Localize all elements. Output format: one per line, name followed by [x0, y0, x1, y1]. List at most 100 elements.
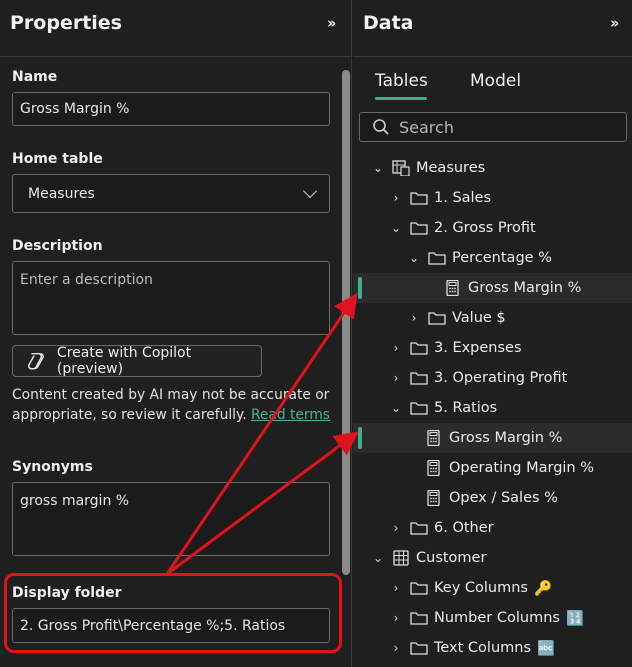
- tree-item-gross-margin-2[interactable]: Gross Margin %: [353, 423, 632, 453]
- folder-icon: [410, 642, 428, 655]
- collapse-data-icon[interactable]: ››: [610, 14, 620, 32]
- chevron-right-icon[interactable]: ›: [388, 610, 404, 626]
- properties-scrollbar[interactable]: [342, 70, 350, 575]
- name-input-value: Gross Margin %: [20, 101, 130, 117]
- folder-icon: [410, 192, 428, 205]
- tree-item-customer[interactable]: ⌄ Customer: [353, 543, 632, 573]
- tree-item-gross-margin-1[interactable]: Gross Margin %: [353, 273, 632, 303]
- tree-item-5-ratios[interactable]: ⌄ 5. Ratios: [353, 393, 632, 423]
- tree-item-label: 5. Ratios: [434, 400, 498, 416]
- chevron-down-icon: [302, 183, 318, 199]
- copilot-button-label: Create with Copilot (preview): [56, 345, 192, 377]
- chevron-right-icon[interactable]: ›: [388, 370, 404, 386]
- annotation-highlight-box: [4, 573, 342, 653]
- calculator-icon: [427, 430, 440, 446]
- folder-icon: [410, 582, 428, 595]
- chevron-down-icon[interactable]: ⌄: [406, 250, 422, 266]
- folder-icon: [428, 312, 446, 325]
- tree-item-label: Gross Margin %: [449, 430, 563, 446]
- tree-item-label: Opex / Sales %: [449, 490, 558, 506]
- home-table-label: Home table: [12, 151, 103, 167]
- chevron-down-icon[interactable]: ⌄: [388, 220, 404, 236]
- chevron-down-icon[interactable]: ⌄: [370, 160, 386, 176]
- folder-icon: [410, 612, 428, 625]
- tree-item-label: Gross Margin %: [468, 280, 582, 296]
- synonyms-label: Synonyms: [12, 459, 93, 475]
- tree-item-label: 3. Operating Profit: [434, 370, 568, 386]
- chevron-down-icon[interactable]: ⌄: [388, 400, 404, 416]
- description-placeholder: Enter a description: [20, 272, 153, 288]
- tree-item-label: Key Columns: [434, 580, 528, 596]
- chevron-down-icon[interactable]: ⌄: [370, 550, 386, 566]
- calculator-icon: [427, 490, 440, 506]
- tree-item-text-columns[interactable]: › Text Columns 🔤: [353, 633, 632, 663]
- home-table-dropdown[interactable]: Measures: [12, 174, 330, 213]
- tree-item-key-columns[interactable]: › Key Columns 🔑: [353, 573, 632, 603]
- tree-item-value[interactable]: › Value $: [353, 303, 632, 333]
- search-input[interactable]: Search: [359, 112, 627, 142]
- read-terms-link[interactable]: Read terms: [251, 407, 330, 423]
- tree-item-label: 6. Other: [434, 520, 494, 536]
- tab-tables[interactable]: Tables: [375, 71, 428, 91]
- chevron-right-icon[interactable]: ›: [388, 580, 404, 596]
- key-icon: 🔑: [533, 580, 553, 597]
- tree-item-label: Percentage %: [452, 250, 552, 266]
- home-table-value: Measures: [28, 185, 95, 202]
- name-label: Name: [12, 69, 58, 85]
- tree-item-2-gross-profit[interactable]: ⌄ 2. Gross Profit: [353, 213, 632, 243]
- collapse-properties-icon[interactable]: ››: [327, 14, 337, 32]
- folder-icon: [410, 522, 428, 535]
- tree-item-label: 1. Sales: [434, 190, 492, 206]
- folder-icon: [410, 372, 428, 385]
- table-calculator-icon: [392, 160, 410, 176]
- tree-item-label: Value $: [452, 310, 506, 326]
- data-panel: Data ›› Tables Model Search ⌄ Measures ›…: [353, 0, 632, 667]
- tree-item-label: Customer: [416, 550, 487, 566]
- tree-item-label: Number Columns: [434, 610, 560, 626]
- create-with-copilot-button[interactable]: Create with Copilot (preview): [12, 345, 262, 377]
- ai-disclaimer: Content created by AI may not be accurat…: [12, 385, 330, 425]
- tree-item-1-sales[interactable]: › 1. Sales: [353, 183, 632, 213]
- tree-item-label: Operating Margin %: [449, 460, 595, 476]
- copilot-icon: [28, 352, 44, 370]
- folder-open-icon: [410, 402, 428, 415]
- chevron-right-icon[interactable]: ›: [388, 640, 404, 656]
- data-title: Data: [363, 12, 414, 34]
- tree-item-number-columns[interactable]: › Number Columns 🔢: [353, 603, 632, 633]
- divider: [0, 56, 351, 57]
- description-textarea[interactable]: Enter a description: [12, 261, 330, 335]
- calculator-icon: [446, 280, 459, 296]
- divider: [353, 56, 632, 57]
- tree-item-label: Measures: [416, 160, 486, 176]
- chevron-right-icon[interactable]: ›: [388, 520, 404, 536]
- chevron-right-icon[interactable]: ›: [388, 340, 404, 356]
- folder-icon: [410, 342, 428, 355]
- description-label: Description: [12, 238, 103, 254]
- chevron-right-icon[interactable]: ›: [406, 310, 422, 326]
- selection-indicator: [358, 277, 362, 299]
- search-icon: [373, 119, 389, 135]
- selection-indicator: [358, 427, 362, 449]
- tree-item-operating-margin[interactable]: Operating Margin %: [353, 453, 632, 483]
- tree-item-label: Text Columns: [434, 640, 532, 656]
- properties-title: Properties: [10, 12, 122, 34]
- name-input[interactable]: Gross Margin %: [12, 92, 330, 126]
- tree-item-opex-sales[interactable]: Opex / Sales %: [353, 483, 632, 513]
- synonyms-textarea[interactable]: gross margin %: [12, 482, 330, 556]
- calculator-icon: [427, 460, 440, 476]
- tree-item-percentage[interactable]: ⌄ Percentage %: [353, 243, 632, 273]
- tree-item-6-other[interactable]: › 6. Other: [353, 513, 632, 543]
- tree-item-3-expenses[interactable]: › 3. Expenses: [353, 333, 632, 363]
- folder-open-icon: [410, 222, 428, 235]
- abc-icon: 🔤: [537, 640, 556, 657]
- tab-model[interactable]: Model: [470, 71, 521, 91]
- table-icon: [393, 550, 409, 566]
- search-placeholder: Search: [399, 117, 454, 137]
- tree-item-label: 2. Gross Profit: [434, 220, 536, 236]
- tree-item-label: 3. Expenses: [434, 340, 522, 356]
- tree-item-measures[interactable]: ⌄ Measures: [353, 153, 632, 183]
- chevron-right-icon[interactable]: ›: [388, 190, 404, 206]
- properties-panel: Properties ›› Name Gross Margin % Home t…: [0, 0, 352, 667]
- tree-item-3-operating-profit[interactable]: › 3. Operating Profit: [353, 363, 632, 393]
- folder-open-icon: [428, 252, 446, 265]
